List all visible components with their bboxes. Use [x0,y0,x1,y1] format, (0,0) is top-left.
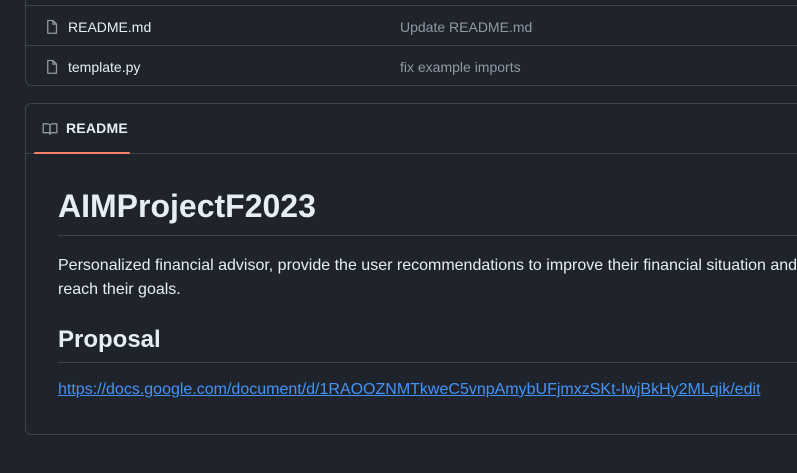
file-row[interactable]: template.py fix example imports [26,45,797,85]
tab-readme[interactable]: README [34,104,130,154]
file-name[interactable]: template.py [68,59,140,75]
file-name[interactable]: README.md [68,19,151,35]
file-icon [47,19,58,34]
heading-divider [58,235,797,236]
commit-message[interactable]: fix example imports [400,59,521,75]
file-row[interactable]: README.md Update README.md [26,5,797,47]
section-heading: Proposal [58,326,161,353]
heading-divider [58,362,797,363]
tab-active-indicator [34,152,130,154]
file-icon [47,59,58,74]
commit-message[interactable]: Update README.md [400,19,532,35]
readme-title: AIMProjectF2023 [58,188,316,224]
book-icon [42,123,58,135]
tab-label: README [66,120,128,136]
readme-header: README [26,104,797,154]
file-list: README.md Update README.md template.py f… [25,0,797,86]
readme-panel: README AIMProjectF2023 Personalized fina… [25,103,797,435]
proposal-link[interactable]: https://docs.google.com/document/d/1RAOO… [58,381,760,399]
readme-description: Personalized financial advisor, provide … [58,257,797,298]
